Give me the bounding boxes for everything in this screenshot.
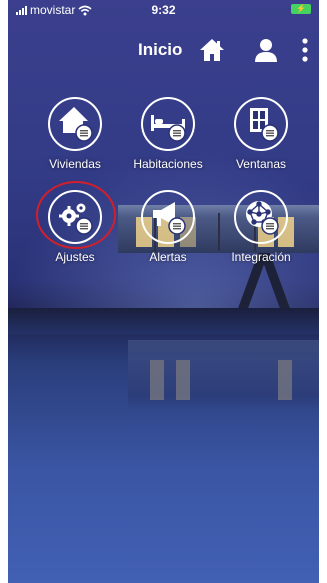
tile-circle	[141, 97, 195, 151]
tile-viviendas[interactable]: Viviendas	[30, 97, 120, 171]
tile-label: Ajustes	[55, 250, 95, 264]
background-reflection-window	[150, 360, 164, 400]
window-list-icon	[250, 108, 279, 142]
tile-habitaciones[interactable]: Habitaciones	[123, 97, 213, 171]
megaphone-list-icon	[153, 202, 186, 235]
highlight-ring	[36, 181, 116, 249]
tile-ventanas[interactable]: Ventanas	[216, 97, 306, 171]
app-screen: movistar 9:32 ⚡ Inicio Viviendas Habitac…	[8, 0, 319, 583]
house-list-icon	[59, 107, 93, 142]
tile-label: Alertas	[149, 250, 187, 264]
bed-list-icon	[151, 115, 186, 142]
user-icon	[255, 39, 277, 62]
app-header: Inicio	[8, 34, 319, 66]
more-vertical-icon	[302, 38, 308, 62]
page-title: Inicio	[138, 40, 183, 59]
background-reflection	[128, 340, 319, 410]
tile-circle	[234, 190, 288, 244]
status-bar: movistar 9:32 ⚡	[8, 0, 319, 20]
tile-circle	[141, 190, 195, 244]
background-water	[8, 308, 319, 334]
tile-circle	[48, 97, 102, 151]
home-button[interactable]	[198, 36, 226, 64]
home-icon	[200, 39, 224, 61]
tile-integracion[interactable]: Integración	[216, 190, 306, 264]
tile-label: Ventanas	[235, 157, 287, 171]
battery-icon: ⚡	[291, 4, 311, 14]
tile-label: Viviendas	[49, 157, 101, 171]
tile-alertas[interactable]: Alertas	[123, 190, 213, 264]
tile-label: Integración	[231, 250, 291, 264]
user-button[interactable]	[252, 36, 280, 64]
status-time: 9:32	[151, 3, 176, 17]
background-reflection-window	[176, 360, 190, 400]
network-list-icon	[246, 201, 279, 235]
background-reflection-window	[278, 360, 292, 400]
tile-label: Habitaciones	[133, 157, 203, 171]
tile-circle	[234, 97, 288, 151]
more-menu-button[interactable]	[298, 36, 312, 64]
